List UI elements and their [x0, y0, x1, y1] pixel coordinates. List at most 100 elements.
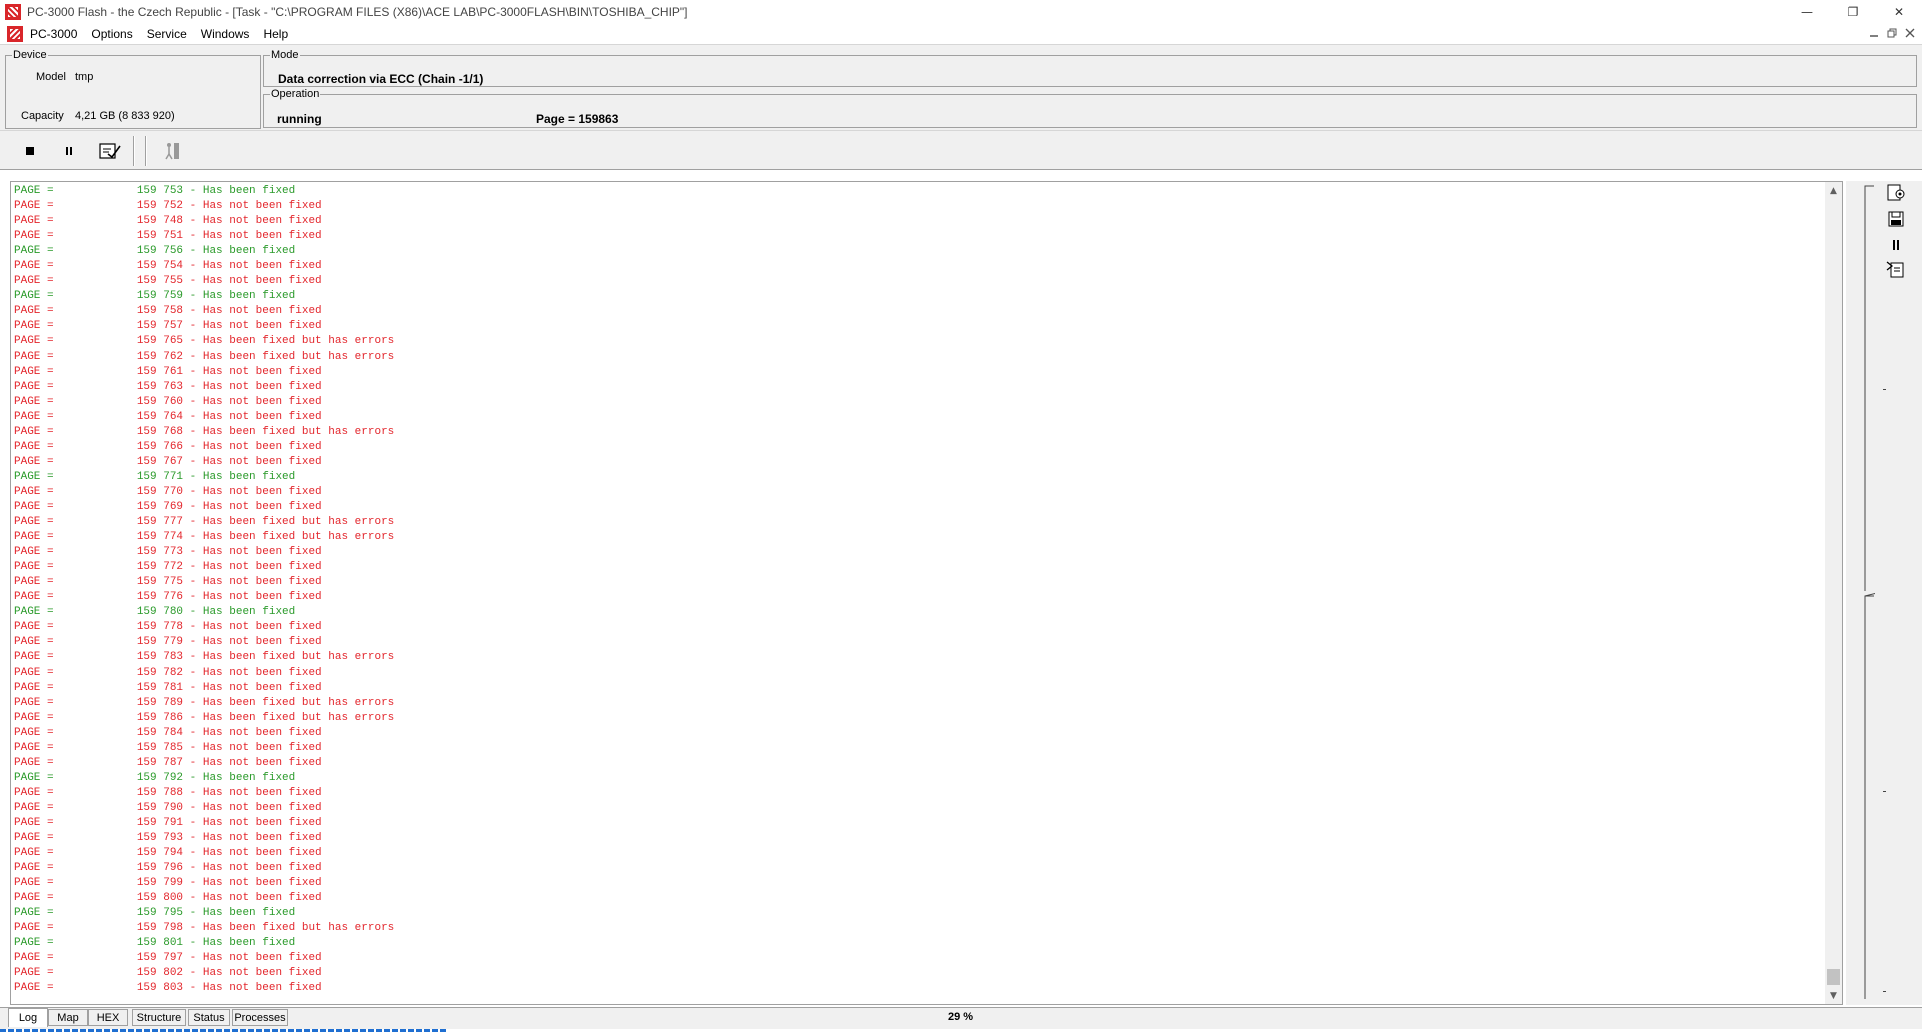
log-row: PAGE = 159 793 - Has not been fixed [14, 831, 1824, 846]
log-row-separator: - [183, 726, 203, 739]
log-row-status: Has not been fixed [202, 365, 322, 378]
minimize-button[interactable]: — [1784, 0, 1830, 24]
log-row-separator: - [183, 666, 203, 679]
log-row-status: Has been fixed [202, 470, 296, 483]
log-row: PAGE = 159 776 - Has not been fixed [14, 590, 1824, 605]
info-panel: Device Model tmp Capacity 4,21 GB (8 833… [0, 44, 1922, 130]
check-document-button[interactable] [98, 139, 122, 163]
capacity-value: 4,21 GB (8 833 920) [75, 110, 175, 122]
log-row: PAGE = 159 758 - Has not been fixed [14, 304, 1824, 319]
log-row-status: Has not been fixed [202, 681, 322, 694]
menu-help[interactable]: Help [261, 27, 290, 41]
window-controls: — ❐ ✕ [1784, 0, 1922, 24]
log-row-page: 159 776 [136, 591, 184, 604]
tab-status[interactable]: Status [188, 1009, 230, 1026]
menu-pc3000[interactable]: PC-3000 [28, 27, 79, 41]
log-row-page: 159 803 [136, 982, 184, 995]
log-row-page: 159 786 [136, 711, 184, 724]
log-row-status: Has not been fixed [202, 967, 322, 980]
log-row-prefix: PAGE = [14, 862, 54, 875]
toolbar-separator [133, 136, 135, 166]
restore-button[interactable]: ❐ [1830, 0, 1876, 24]
log-row: PAGE = 159 790 - Has not been fixed [14, 801, 1824, 816]
tab-processes[interactable]: Processes [232, 1009, 288, 1026]
log-row-prefix: PAGE = [14, 335, 54, 348]
close-button[interactable]: ✕ [1876, 0, 1922, 24]
mdi-close-button[interactable] [1902, 26, 1918, 40]
log-row-separator: - [183, 877, 203, 890]
log-row-status: Has been fixed [202, 290, 296, 303]
tab-structure[interactable]: Structure [132, 1009, 186, 1026]
log-row-separator: - [183, 335, 203, 348]
log-row-separator: - [183, 982, 203, 995]
log-row-prefix: PAGE = [14, 350, 54, 363]
log-row-separator: - [183, 260, 203, 273]
mdi-restore-button[interactable] [1884, 26, 1900, 40]
stop-icon [26, 147, 34, 155]
log-row: PAGE = 159 761 - Has not been fixed [14, 365, 1824, 380]
mdi-document-icon[interactable] [7, 26, 23, 42]
stop-button[interactable] [18, 139, 42, 163]
log-row-page: 159 775 [136, 576, 184, 589]
log-row-status: Has not been fixed [202, 832, 322, 845]
side-export-button[interactable] [1886, 259, 1906, 279]
log-row-separator: - [183, 215, 203, 228]
log-row-status: Has not been fixed [202, 816, 322, 829]
log-row: PAGE = 159 766 - Has not been fixed [14, 440, 1824, 455]
log-row-prefix: PAGE = [14, 801, 54, 814]
log-row-status: Has not been fixed [202, 741, 322, 754]
model-value: tmp [75, 71, 94, 83]
log-row: PAGE = 159 770 - Has not been fixed [14, 485, 1824, 500]
log-row-separator: - [183, 185, 203, 197]
side-save-button[interactable] [1886, 209, 1906, 229]
tab-hex[interactable]: HEX [88, 1009, 128, 1026]
mdi-minimize-button[interactable] [1866, 26, 1882, 40]
log-row-separator: - [183, 696, 203, 709]
side-pause-button[interactable] [1886, 235, 1906, 255]
model-label: Model [36, 71, 66, 83]
scroll-down-arrow-icon[interactable]: ▼ [1825, 987, 1842, 1004]
log-row-status: Has not been fixed [202, 305, 322, 318]
log-row: PAGE = 159 760 - Has not been fixed [14, 395, 1824, 410]
log-row-prefix: PAGE = [14, 425, 54, 438]
tab-map[interactable]: Map [48, 1009, 88, 1026]
log-row-separator: - [183, 621, 203, 634]
slider-tick [1883, 389, 1886, 390]
log-row-page: 159 792 [136, 771, 184, 784]
log-row-page: 159 785 [136, 741, 184, 754]
log-row-page: 159 777 [136, 516, 184, 529]
log-row: PAGE = 159 802 - Has not been fixed [14, 966, 1824, 981]
log-row: PAGE = 159 803 - Has not been fixed [14, 981, 1824, 996]
log-row-page: 159 769 [136, 500, 184, 513]
scrollbar-thumb[interactable] [1827, 969, 1840, 985]
side-settings-button[interactable] [1886, 183, 1906, 203]
log-row: PAGE = 159 753 - Has been fixed [14, 184, 1824, 199]
tab-log[interactable]: Log [8, 1008, 48, 1027]
log-row-prefix: PAGE = [14, 230, 54, 243]
log-row-prefix: PAGE = [14, 726, 54, 739]
log-row-status: Has been fixed [202, 245, 296, 258]
log-row-page: 159 754 [136, 260, 184, 273]
log-row-prefix: PAGE = [14, 967, 54, 980]
log-row: PAGE = 159 751 - Has not been fixed [14, 229, 1824, 244]
slider-tick [1883, 791, 1886, 792]
menu-options[interactable]: Options [89, 27, 134, 41]
menu-windows[interactable]: Windows [199, 27, 252, 41]
log-row: PAGE = 159 798 - Has been fixed but has … [14, 921, 1824, 936]
log-row-prefix: PAGE = [14, 696, 54, 709]
log-row-page: 159 760 [136, 395, 184, 408]
menu-service[interactable]: Service [145, 27, 189, 41]
figure-button[interactable] [160, 139, 184, 163]
log-row-separator: - [183, 290, 203, 303]
log-scrollbar[interactable]: ▲ ▼ [1825, 182, 1842, 1004]
log-row-separator: - [183, 485, 203, 498]
log-row: PAGE = 159 768 - Has been fixed but has … [14, 425, 1824, 440]
log-row-prefix: PAGE = [14, 771, 54, 784]
scroll-up-arrow-icon[interactable]: ▲ [1825, 182, 1842, 199]
pause-button[interactable] [57, 139, 81, 163]
log-row-separator: - [183, 516, 203, 529]
log-row-status: Has not been fixed [202, 786, 322, 799]
progress-percent: 29 % [948, 1011, 974, 1023]
level-slider[interactable] [1863, 181, 1875, 1005]
log-row: PAGE = 159 777 - Has been fixed but has … [14, 515, 1824, 530]
